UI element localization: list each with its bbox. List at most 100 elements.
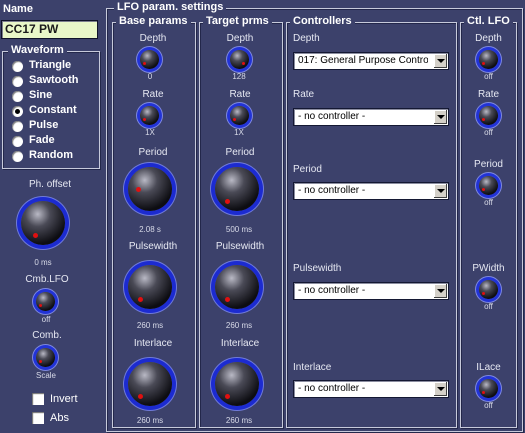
ctrl-rate-dropdown[interactable]: - no controller - [293, 108, 449, 126]
radio-label-constant: Constant [29, 104, 77, 116]
target-interlace-label: Interlace [220, 338, 260, 349]
ph-offset-knob[interactable] [21, 201, 65, 245]
target-rate-value: 1X [234, 128, 244, 137]
ctrl-depth-value: 017: General Purpose Controller 2 [298, 55, 428, 66]
knob-indicator [225, 297, 230, 302]
base-params-legend: Base params [116, 15, 191, 27]
radio-random[interactable] [12, 151, 23, 162]
knob-indicator [242, 62, 245, 65]
knob-indicator [33, 233, 38, 238]
ctl-period-knob[interactable] [479, 176, 498, 195]
radio-pulse[interactable] [12, 121, 23, 132]
ctrl-interlace-dropdown[interactable]: - no controller - [293, 380, 449, 398]
cmb-lfo-value: off [41, 315, 51, 324]
ctl-rate-label: Rate [477, 89, 500, 100]
knob-indicator [482, 188, 485, 191]
ctrl-pulsewidth-dropdown[interactable]: - no controller - [293, 282, 449, 300]
chevron-down-icon[interactable] [434, 284, 447, 298]
ctl-pwidth-knob[interactable] [479, 280, 498, 299]
target-rate-label: Rate [229, 89, 251, 100]
target-rate-knob[interactable] [230, 106, 249, 125]
radio-label-triangle: Triangle [29, 59, 72, 71]
abs-checkbox[interactable] [32, 412, 44, 424]
ctl-period-label: Period [474, 159, 503, 170]
invert-checkbox[interactable] [32, 393, 44, 405]
knob-indicator [39, 360, 42, 363]
ctrl-rate-value: - no controller - [298, 111, 366, 122]
ctrl-rate-label: Rate [293, 89, 315, 100]
knob-indicator [225, 199, 230, 204]
ctl-depth-value: off [484, 72, 493, 81]
knob-indicator [136, 187, 141, 192]
ctrl-period-value: - no controller - [298, 185, 366, 196]
radio-label-fade: Fade [29, 134, 55, 146]
radio-triangle[interactable] [12, 61, 23, 72]
target-pulsewidth-label: Pulsewidth [215, 241, 265, 252]
ctl-period-value: off [484, 198, 493, 207]
target-period-knob[interactable] [215, 167, 259, 211]
base-period-knob[interactable] [128, 167, 172, 211]
knob-indicator [482, 292, 485, 295]
base-interlace-knob[interactable] [128, 362, 172, 406]
target-pulsewidth-value: 260 ms [225, 321, 253, 330]
ctl-pwidth-label: PWidth [472, 263, 505, 274]
knob-indicator [138, 394, 143, 399]
comb-value: Scale [35, 371, 56, 380]
name-input[interactable]: CC17 PW [1, 20, 98, 39]
radio-sawtooth[interactable] [12, 76, 23, 87]
chevron-down-icon[interactable] [434, 54, 447, 68]
radio-constant[interactable] [12, 106, 23, 117]
radio-fade[interactable] [12, 136, 23, 147]
knob-indicator [482, 118, 485, 121]
ctl-pwidth-value: off [484, 302, 493, 311]
lfo-settings-legend: LFO param. settings [114, 1, 227, 13]
ctl-rate-value: off [484, 128, 493, 137]
radio-sine[interactable] [12, 91, 23, 102]
target-interlace-knob[interactable] [215, 362, 259, 406]
target-params-legend: Target prms [203, 15, 272, 27]
cmb-lfo-label: Cmb.LFO [25, 274, 69, 285]
target-pulsewidth-knob[interactable] [215, 265, 259, 309]
knob-indicator [138, 297, 143, 302]
knob-indicator [233, 118, 236, 121]
base-rate-knob[interactable] [140, 106, 159, 125]
ctl-ilace-knob[interactable] [479, 379, 498, 398]
comb-label: Comb. [32, 330, 62, 341]
radio-label-pulse: Pulse [29, 119, 59, 131]
chevron-down-icon[interactable] [434, 184, 447, 198]
cmb-lfo-knob[interactable] [36, 292, 55, 311]
base-depth-label: Depth [139, 33, 167, 44]
base-period-value: 2.08 s [139, 225, 161, 234]
ctl-rate-knob[interactable] [479, 106, 498, 125]
knob-indicator [482, 62, 485, 65]
ctl-ilace-value: off [484, 401, 493, 410]
base-pulsewidth-label: Pulsewidth [128, 241, 178, 252]
ctrl-depth-dropdown[interactable]: 017: General Purpose Controller 2 [293, 52, 449, 70]
radio-label-sawtooth: Sawtooth [29, 74, 79, 86]
invert-label: Invert [50, 393, 78, 405]
ph-offset-value: 0 ms [34, 258, 52, 267]
ctl-depth-label: Depth [475, 33, 502, 44]
ctrl-interlace-value: - no controller - [298, 383, 366, 394]
waveform-legend: Waveform [8, 44, 67, 56]
base-depth-knob[interactable] [140, 50, 159, 69]
base-interlace-label: Interlace [133, 338, 173, 349]
ctrl-depth-label: Depth [293, 33, 320, 44]
target-depth-knob[interactable] [230, 50, 249, 69]
ctrl-interlace-label: Interlace [293, 362, 332, 373]
ctrl-period-dropdown[interactable]: - no controller - [293, 182, 449, 200]
ph-offset-label: Ph. offset [28, 179, 72, 190]
base-pulsewidth-knob[interactable] [128, 265, 172, 309]
radio-label-sine: Sine [29, 89, 53, 101]
chevron-down-icon[interactable] [434, 110, 447, 124]
ctl-depth-knob[interactable] [479, 50, 498, 69]
ctrl-pulsewidth-label: Pulsewidth [293, 263, 342, 274]
chevron-down-icon[interactable] [434, 382, 447, 396]
knob-indicator [225, 394, 230, 399]
controllers-legend: Controllers [290, 15, 355, 27]
ctl-ilace-label: ILace [476, 362, 501, 373]
comb-knob[interactable] [36, 348, 55, 367]
abs-label: Abs [50, 412, 69, 424]
target-interlace-value: 260 ms [225, 416, 253, 425]
target-depth-label: Depth [226, 33, 254, 44]
